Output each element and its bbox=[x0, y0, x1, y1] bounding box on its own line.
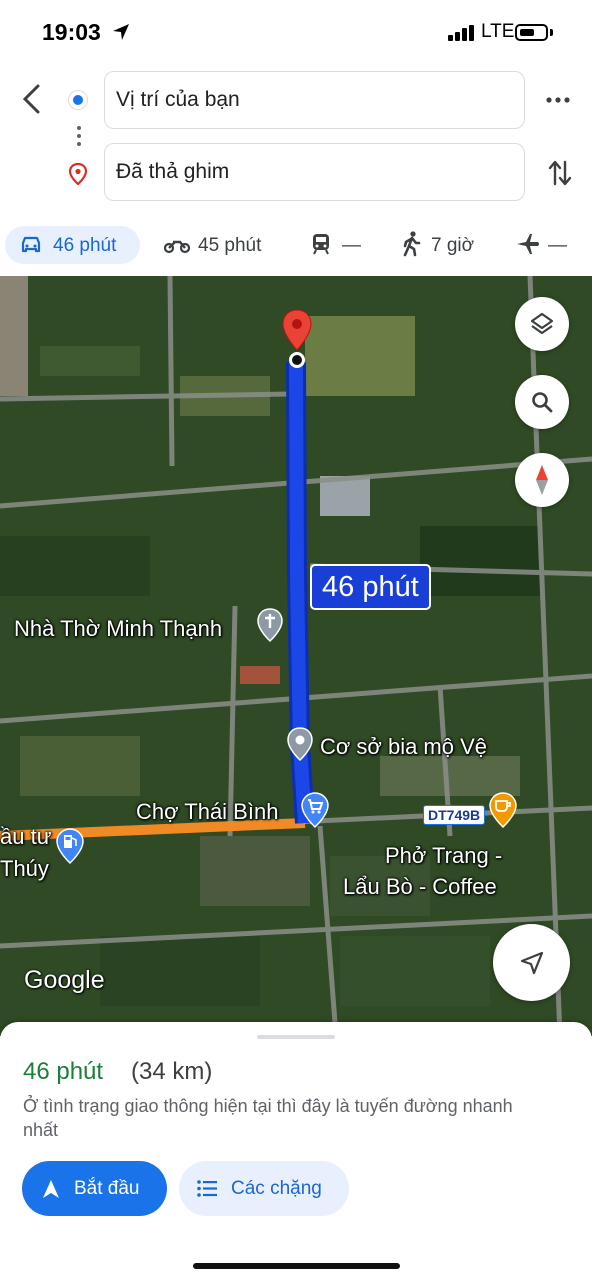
sheet-drag-handle[interactable] bbox=[257, 1035, 335, 1039]
walk-icon[interactable] bbox=[401, 231, 421, 257]
poi-label-pho-line1[interactable]: Phở Trang - bbox=[385, 843, 502, 869]
motorbike-icon[interactable] bbox=[164, 235, 190, 255]
swap-icon[interactable] bbox=[548, 159, 572, 187]
route-duration-badge[interactable]: 46 phút bbox=[310, 564, 431, 610]
poi-label-pho-line2[interactable]: Lẩu Bò - Coffee bbox=[343, 874, 497, 900]
destination-pin-icon[interactable] bbox=[280, 308, 314, 370]
home-indicator[interactable] bbox=[193, 1263, 400, 1269]
car-icon bbox=[21, 236, 41, 253]
search-icon bbox=[532, 392, 553, 413]
transit-icon[interactable] bbox=[311, 233, 331, 255]
location-arrow-icon bbox=[113, 24, 129, 40]
compass-button[interactable] bbox=[515, 453, 569, 507]
satellite-map bbox=[0, 276, 592, 1036]
destination-pin-icon bbox=[68, 163, 88, 185]
battery-tip bbox=[550, 29, 553, 36]
network-type: LTE bbox=[481, 21, 515, 42]
destination-input[interactable]: Đã thả ghim bbox=[104, 143, 525, 201]
poi-label-church[interactable]: Nhà Thờ Minh Thạnh bbox=[14, 616, 222, 642]
status-time: 19:03 bbox=[42, 19, 101, 45]
start-button-label: Bắt đầu bbox=[74, 1178, 140, 1199]
poi-label-graves[interactable]: Cơ sở bia mộ Vệ bbox=[320, 734, 487, 760]
back-arrow-icon[interactable] bbox=[20, 84, 44, 114]
more-options-icon[interactable] bbox=[546, 97, 570, 103]
navigation-icon bbox=[43, 1180, 59, 1198]
steps-button-label: Các chặng bbox=[231, 1178, 322, 1199]
steps-button[interactable]: Các chặng bbox=[179, 1161, 349, 1216]
compass-icon bbox=[536, 465, 548, 495]
road-shield: DT749B bbox=[423, 805, 486, 825]
origin-input[interactable]: Vị trí của bạn bbox=[104, 71, 525, 129]
connector-dot bbox=[77, 126, 81, 130]
church-pin-icon[interactable] bbox=[256, 608, 284, 642]
origin-dot-icon bbox=[69, 91, 87, 109]
mode-driving-label: 46 phút bbox=[53, 235, 117, 256]
search-along-route-button[interactable] bbox=[515, 375, 569, 429]
google-logo: Google bbox=[24, 966, 105, 994]
navigation-arrow-icon bbox=[520, 951, 544, 975]
shopping-cart-pin-icon[interactable] bbox=[300, 792, 330, 828]
layers-icon bbox=[530, 312, 554, 335]
map-view[interactable] bbox=[0, 276, 592, 1036]
poi-label-gas-line1[interactable]: ầu tư bbox=[0, 824, 51, 850]
mode-transit-label[interactable]: — bbox=[342, 235, 361, 257]
mode-motorbike-label[interactable]: 45 phút bbox=[198, 235, 261, 257]
place-pin-icon[interactable] bbox=[286, 727, 314, 761]
gas-station-pin-icon[interactable] bbox=[55, 828, 85, 864]
recenter-button[interactable] bbox=[493, 924, 570, 1001]
cafe-pin-icon[interactable] bbox=[488, 792, 518, 828]
eta-text: 46 phút bbox=[23, 1058, 104, 1085]
poi-label-gas-line2[interactable]: Thúy bbox=[0, 856, 49, 882]
connector-dot bbox=[77, 134, 81, 138]
start-button[interactable]: Bắt đầu bbox=[22, 1161, 167, 1216]
route-description: Ở tình trạng giao thông hiện tại thì đây… bbox=[23, 1096, 513, 1140]
poi-label-market[interactable]: Chợ Thái Bình bbox=[136, 799, 278, 825]
distance-text: (34 km) bbox=[131, 1058, 213, 1085]
list-icon bbox=[197, 1180, 217, 1197]
battery-icon bbox=[515, 24, 548, 41]
flight-icon[interactable] bbox=[516, 233, 540, 255]
mode-walk-label[interactable]: 7 giờ bbox=[431, 235, 474, 257]
layers-button[interactable] bbox=[515, 297, 569, 351]
signal-icon bbox=[448, 25, 474, 41]
connector-dot bbox=[77, 142, 81, 146]
mode-flight-label[interactable]: — bbox=[548, 235, 567, 257]
